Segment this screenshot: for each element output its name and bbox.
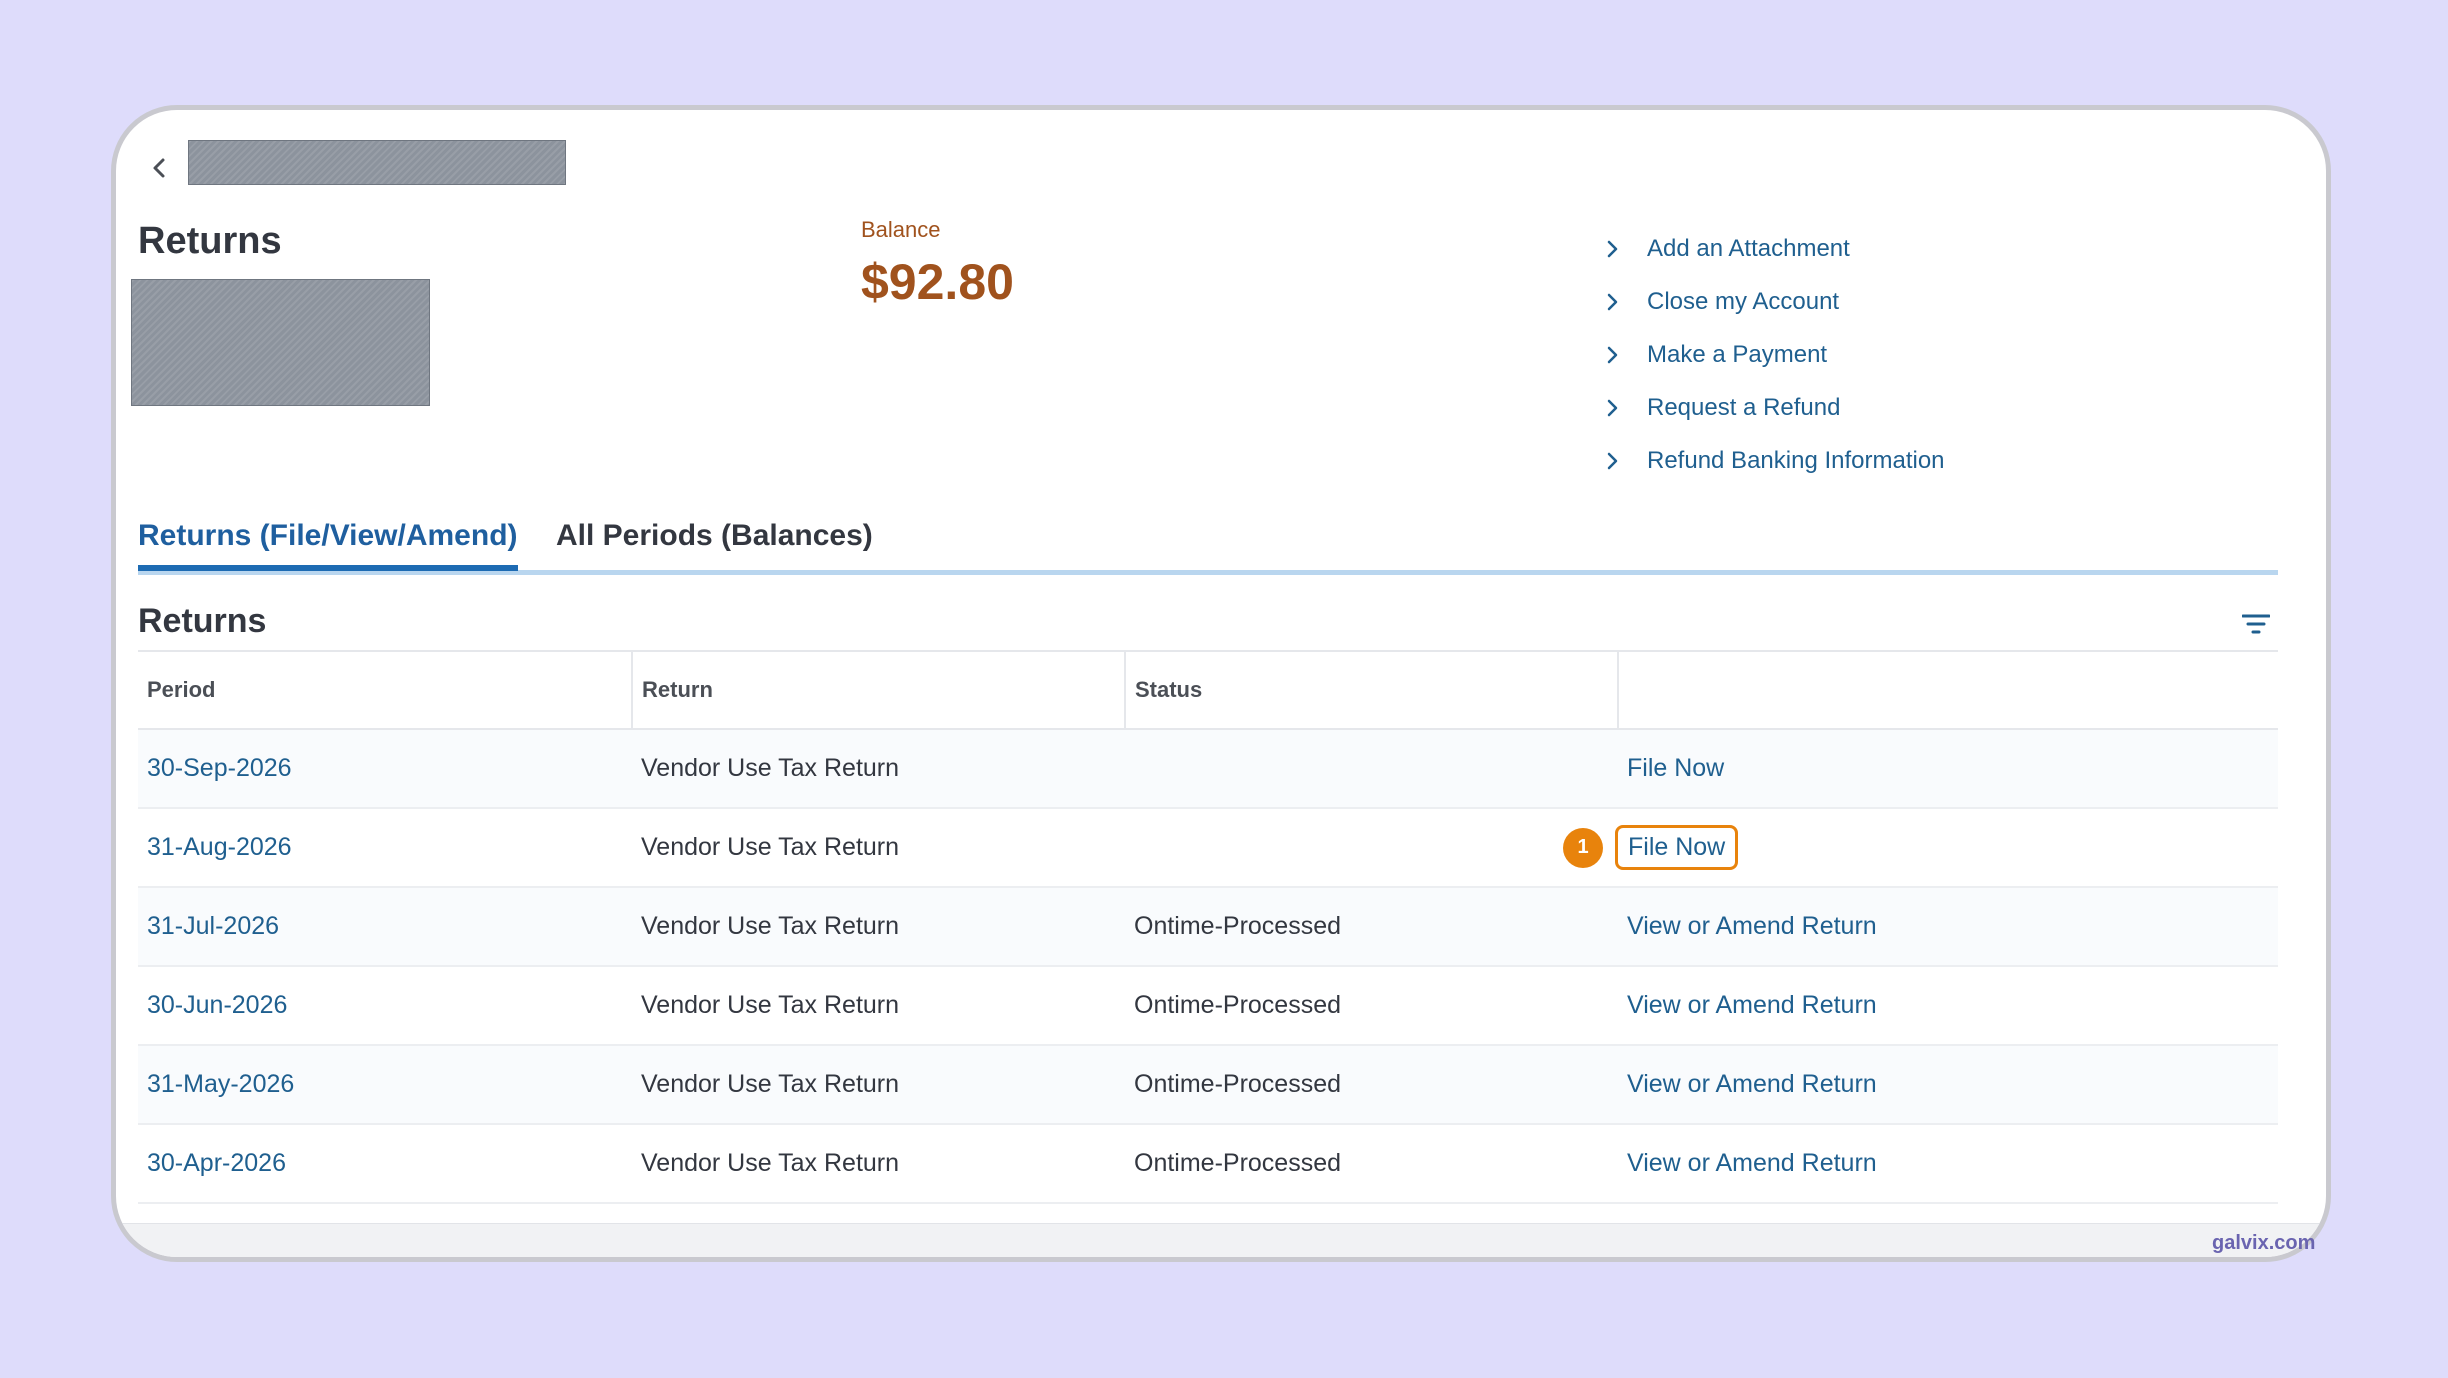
chevron-right-icon bbox=[1601, 450, 1623, 472]
action-refund-banking-info[interactable]: Refund Banking Information bbox=[1601, 434, 1945, 487]
return-status: Ontime-Processed bbox=[1125, 1124, 1618, 1204]
return-type: Vendor Use Tax Return bbox=[632, 1124, 1125, 1204]
return-type: Vendor Use Tax Return bbox=[632, 729, 1125, 809]
table-row: 31-Jul-2026 Vendor Use Tax Return Ontime… bbox=[138, 887, 2278, 967]
back-button[interactable] bbox=[144, 152, 176, 184]
filter-icon bbox=[2242, 614, 2270, 634]
period-link[interactable]: 30-Sep-2026 bbox=[147, 754, 292, 782]
period-link[interactable]: 31-May-2026 bbox=[147, 1070, 294, 1098]
chevron-right-icon bbox=[1601, 344, 1623, 366]
period-link[interactable]: 30-Jun-2026 bbox=[147, 991, 287, 1019]
column-header-action bbox=[1617, 651, 2278, 730]
chevron-right-icon bbox=[1601, 238, 1623, 260]
section-title: Returns bbox=[138, 602, 267, 640]
balance-value: $92.80 bbox=[861, 254, 1014, 310]
table-row: 30-Apr-2026 Vendor Use Tax Return Ontime… bbox=[138, 1124, 2278, 1204]
return-status bbox=[1125, 729, 1618, 809]
table-row: 30-Jun-2026 Vendor Use Tax Return Ontime… bbox=[138, 966, 2278, 1046]
chevron-right-icon bbox=[1601, 397, 1623, 419]
tab-returns-file-view-amend[interactable]: Returns (File/View/Amend) bbox=[138, 519, 518, 571]
table-row: 31-Aug-2026 Vendor Use Tax Return 1 File… bbox=[138, 808, 2278, 888]
table-row: 31-May-2026 Vendor Use Tax Return Ontime… bbox=[138, 1045, 2278, 1125]
period-link[interactable]: 30-Apr-2026 bbox=[147, 1149, 286, 1177]
account-actions-list: Add an Attachment Close my Account Make … bbox=[1601, 222, 1945, 487]
chevron-left-icon bbox=[153, 158, 165, 178]
period-link[interactable]: 31-Aug-2026 bbox=[147, 833, 292, 861]
balance-label: Balance bbox=[861, 217, 941, 242]
filter-button[interactable] bbox=[2239, 607, 2273, 641]
view-or-amend-link[interactable]: View or Amend Return bbox=[1627, 985, 1877, 1026]
action-label: Add an Attachment bbox=[1647, 234, 1850, 262]
action-close-account[interactable]: Close my Account bbox=[1601, 275, 1945, 328]
column-header-status[interactable]: Status bbox=[1124, 651, 1618, 730]
return-type: Vendor Use Tax Return bbox=[632, 966, 1125, 1046]
return-type: Vendor Use Tax Return bbox=[632, 808, 1125, 888]
view-or-amend-link[interactable]: View or Amend Return bbox=[1627, 906, 1877, 947]
period-link[interactable]: 31-Jul-2026 bbox=[147, 912, 279, 940]
action-add-attachment[interactable]: Add an Attachment bbox=[1601, 222, 1945, 275]
tab-bar: Returns (File/View/Amend) All Periods (B… bbox=[138, 515, 2278, 575]
action-label: Refund Banking Information bbox=[1647, 446, 1945, 474]
return-status: Ontime-Processed bbox=[1125, 887, 1618, 967]
tab-all-periods-balances[interactable]: All Periods (Balances) bbox=[556, 519, 873, 565]
action-label: Make a Payment bbox=[1647, 340, 1828, 368]
return-status: Ontime-Processed bbox=[1125, 966, 1618, 1046]
page-title: Returns bbox=[138, 220, 282, 262]
step-number-badge: 1 bbox=[1563, 827, 1603, 868]
table-row: 30-Sep-2026 Vendor Use Tax Return File N… bbox=[138, 729, 2278, 809]
action-request-refund[interactable]: Request a Refund bbox=[1601, 381, 1945, 434]
return-status: Ontime-Processed bbox=[1125, 1045, 1618, 1125]
column-header-return[interactable]: Return bbox=[631, 651, 1125, 730]
horizontal-scrollbar[interactable] bbox=[116, 1223, 2326, 1257]
action-make-payment[interactable]: Make a Payment bbox=[1601, 328, 1945, 381]
watermark: galvix.com bbox=[2212, 1232, 2316, 1254]
view-or-amend-link[interactable]: View or Amend Return bbox=[1627, 1143, 1877, 1184]
redacted-account-details bbox=[131, 279, 430, 406]
view-or-amend-link[interactable]: View or Amend Return bbox=[1627, 1064, 1877, 1105]
return-type: Vendor Use Tax Return bbox=[632, 887, 1125, 967]
action-label: Close my Account bbox=[1647, 287, 1840, 315]
column-header-period[interactable]: Period bbox=[138, 651, 632, 730]
action-label: Request a Refund bbox=[1647, 393, 1841, 421]
return-type: Vendor Use Tax Return bbox=[632, 1045, 1125, 1125]
chevron-right-icon bbox=[1601, 291, 1623, 313]
redacted-account-name bbox=[188, 140, 566, 185]
returns-table: Period Return Status 30-Sep-2026 Vendor … bbox=[138, 650, 2278, 1204]
table-header-row: Period Return Status bbox=[138, 651, 2278, 730]
return-status bbox=[1125, 808, 1618, 888]
app-window: Returns Balance $92.80 Add an Attachment… bbox=[111, 105, 2331, 1262]
file-now-link[interactable]: File Now bbox=[1627, 748, 1724, 789]
file-now-link-highlighted[interactable]: File Now bbox=[1615, 825, 1739, 870]
